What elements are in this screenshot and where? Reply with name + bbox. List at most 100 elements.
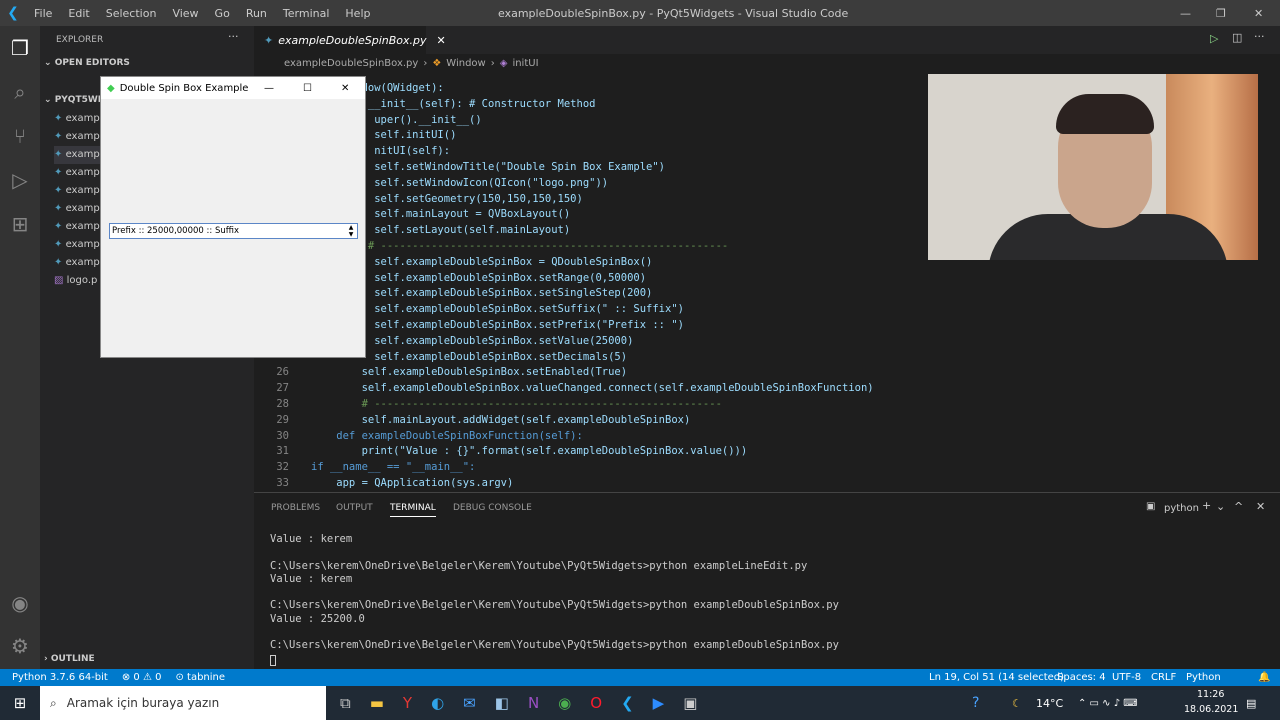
- zoom-icon[interactable]: ▶: [653, 694, 665, 712]
- notification-icon[interactable]: ▤: [1246, 697, 1256, 710]
- python-file-icon: ✦: [54, 257, 66, 268]
- opera-icon[interactable]: O: [590, 694, 602, 712]
- python-app-icon[interactable]: ▣: [683, 694, 697, 712]
- minimize-icon[interactable]: —: [1180, 7, 1191, 20]
- tabnine-status[interactable]: ⊙ tabnine: [175, 672, 225, 683]
- terminal-shell-select[interactable]: python: [1164, 503, 1199, 514]
- chrome-icon[interactable]: ◉: [558, 694, 571, 712]
- menu-item-run[interactable]: Run: [246, 7, 267, 20]
- code-line[interactable]: 27 self.exampleDoubleSpinBox.valueChange…: [254, 380, 1280, 396]
- file-name: examp: [65, 131, 100, 142]
- extensions-icon[interactable]: ⊞: [0, 202, 40, 246]
- edge-icon[interactable]: ◐: [431, 694, 444, 712]
- vscode-taskbar-icon[interactable]: ❮: [621, 694, 634, 712]
- line-number: 31: [276, 445, 289, 458]
- tab-debug-console[interactable]: DEBUG CONSOLE: [453, 503, 532, 513]
- close-panel-icon[interactable]: ✕: [1256, 500, 1265, 513]
- code-line[interactable]: self.exampleDoubleSpinBox.setSingleStep(…: [254, 285, 1280, 301]
- explorer-icon[interactable]: ❐: [0, 26, 40, 70]
- menu-item-edit[interactable]: Edit: [68, 7, 89, 20]
- task-view-icon[interactable]: ⧉: [340, 694, 351, 712]
- tab-close-icon[interactable]: ✕: [437, 34, 446, 47]
- menu-item-terminal[interactable]: Terminal: [283, 7, 330, 20]
- new-terminal-icon[interactable]: +: [1202, 499, 1211, 512]
- language-mode[interactable]: Python: [1186, 672, 1221, 683]
- code-line[interactable]: 29 self.mainLayout.addWidget(self.exampl…: [254, 412, 1280, 428]
- clock-time[interactable]: 11:26: [1197, 689, 1224, 700]
- code-text: self.exampleDoubleSpinBox.setEnabled(Tru…: [311, 366, 628, 379]
- restore-icon[interactable]: ❐: [1216, 7, 1226, 20]
- encoding[interactable]: UTF-8: [1112, 672, 1141, 683]
- file-explorer-icon[interactable]: ▬: [370, 694, 384, 712]
- search-icon[interactable]: ⌕: [0, 70, 40, 114]
- menu-item-selection[interactable]: Selection: [106, 7, 157, 20]
- breadcrumb-method[interactable]: initUI: [512, 58, 538, 69]
- code-line[interactable]: 28 # -----------------------------------…: [254, 396, 1280, 412]
- code-line[interactable]: self.exampleDoubleSpinBox.setRange(0,500…: [254, 270, 1280, 286]
- eol[interactable]: CRLF: [1151, 672, 1176, 683]
- code-text: if __name__ == "__main__":: [311, 461, 476, 474]
- code-line[interactable]: self.exampleDoubleSpinBox.setValue(25000…: [254, 333, 1280, 349]
- open-editors-header[interactable]: ⌄ OPEN EDITORS: [44, 58, 130, 68]
- tab-output[interactable]: OUTPUT: [336, 503, 373, 513]
- tab-problems[interactable]: PROBLEMS: [271, 503, 320, 513]
- qt-minimize-icon[interactable]: —: [264, 83, 274, 94]
- weather-icon: ☾: [1012, 696, 1022, 710]
- code-line[interactable]: 30 def exampleDoubleSpinBoxFunction(self…: [254, 428, 1280, 444]
- more-icon[interactable]: ···: [1254, 30, 1265, 43]
- notes-icon[interactable]: ◧: [495, 694, 509, 712]
- cursor-position[interactable]: Ln 19, Col 51 (14 selected): [929, 672, 1064, 683]
- code-line[interactable]: 32 if __name__ == "__main__":: [254, 459, 1280, 475]
- code-line[interactable]: self.exampleDoubleSpinBox.setDecimals(5): [254, 349, 1280, 365]
- temperature[interactable]: 14°C: [1036, 697, 1063, 710]
- image-file-icon: ▨: [54, 275, 67, 286]
- run-icon[interactable]: ▷: [1210, 32, 1218, 45]
- problems-count[interactable]: ⊗ 0 ⚠ 0: [122, 672, 162, 683]
- taskbar-search[interactable]: ⌕ Aramak için buraya yazın: [40, 686, 326, 720]
- code-line[interactable]: 33 app = QApplication(sys.argv): [254, 475, 1280, 491]
- help-icon[interactable]: ?: [972, 695, 979, 711]
- source-control-icon[interactable]: ⑂: [0, 114, 40, 158]
- code-line[interactable]: self.exampleDoubleSpinBox.setSuffix(" ::…: [254, 301, 1280, 317]
- breadcrumb-file[interactable]: exampleDoubleSpinBox.py: [284, 58, 418, 69]
- tab-terminal[interactable]: TERMINAL: [390, 503, 436, 517]
- tab-exampledoublespinbox[interactable]: ✦ exampleDoubleSpinBox.py ✕: [254, 26, 446, 54]
- menu-item-go[interactable]: Go: [215, 7, 230, 20]
- line-number: 27: [276, 382, 289, 395]
- split-terminal-icon[interactable]: ^: [1234, 500, 1243, 513]
- close-icon[interactable]: ✕: [1254, 7, 1263, 20]
- code-line[interactable]: 31 print("Value : {}".format(self.exampl…: [254, 443, 1280, 459]
- outline-header[interactable]: › OUTLINE: [44, 654, 95, 664]
- qt-maximize-icon[interactable]: ☐: [303, 83, 312, 94]
- windows-start-icon[interactable]: ⊞: [0, 694, 40, 712]
- run-debug-icon[interactable]: ▷: [0, 158, 40, 202]
- menu-item-view[interactable]: View: [172, 7, 198, 20]
- breadcrumb-class[interactable]: Window: [446, 58, 485, 69]
- more-actions-icon[interactable]: ···: [228, 30, 239, 43]
- mail-icon[interactable]: ✉: [463, 694, 476, 712]
- file-name: examp: [65, 113, 100, 124]
- line-number: 26: [276, 366, 289, 379]
- code-line[interactable]: 26 self.exampleDoubleSpinBox.setEnabled(…: [254, 364, 1280, 380]
- terminal-output[interactable]: Value : kerem C:\Users\kerem\OneDrive\Be…: [270, 533, 839, 653]
- menu-item-help[interactable]: Help: [345, 7, 370, 20]
- menu-item-file[interactable]: File: [34, 7, 52, 20]
- split-editor-icon[interactable]: ◫: [1232, 31, 1242, 44]
- double-spin-box[interactable]: Prefix :: 25000,00000 :: Suffix ▲ ▼: [109, 223, 358, 239]
- qt-close-icon[interactable]: ✕: [341, 83, 349, 94]
- clock-date[interactable]: 18.06.2021: [1184, 704, 1238, 715]
- yandex-icon[interactable]: Y: [403, 694, 412, 712]
- tray-icons[interactable]: ⌃ ▭ ∿ ♪ ⌨: [1078, 698, 1138, 709]
- account-icon[interactable]: ◉: [0, 581, 40, 625]
- spin-arrows-icon[interactable]: ▲ ▼: [346, 224, 356, 238]
- python-interpreter[interactable]: Python 3.7.6 64-bit: [12, 672, 108, 683]
- bell-icon[interactable]: 🔔: [1258, 672, 1270, 683]
- code-line[interactable]: self.exampleDoubleSpinBox.setPrefix("Pre…: [254, 317, 1280, 333]
- qt-title-bar: ◆ Double Spin Box Example — ☐ ✕: [101, 77, 365, 99]
- onenote-icon[interactable]: N: [528, 694, 539, 712]
- indentation[interactable]: Spaces: 4: [1057, 672, 1106, 683]
- chevron-down-icon[interactable]: ⌄: [1216, 500, 1225, 513]
- qt-window-title: Double Spin Box Example: [119, 82, 249, 94]
- settings-gear-icon[interactable]: ⚙: [0, 624, 40, 668]
- vscode-logo-icon: ❮: [7, 5, 19, 21]
